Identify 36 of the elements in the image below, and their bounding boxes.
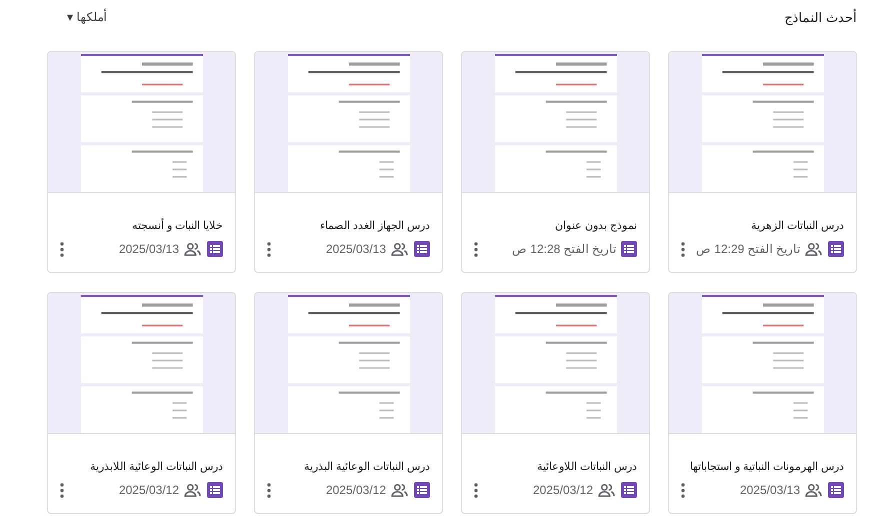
form-title: درس النباتات اللاوعائية [536, 460, 637, 473]
opened-date: 2025/03/12 [326, 483, 386, 497]
form-card[interactable]: نموذج بدون عنوان تاريخ الفتح 12:28 ص [461, 51, 650, 273]
form-title: نموذج بدون عنوان [554, 219, 637, 232]
form-icon [828, 241, 844, 257]
more-options-icon[interactable] [681, 242, 685, 256]
opened-date: تاريخ الفتح 12:29 ص [696, 242, 800, 256]
form-icon [621, 241, 637, 257]
form-title: درس الجهاز الغدد الصماء [318, 219, 430, 232]
opened-date: 2025/03/12 [118, 483, 179, 497]
form-card[interactable]: درس النباتات الزهرية تاريخ الفتح 12:29 ص [668, 51, 857, 273]
form-icon [621, 482, 637, 498]
more-options-icon[interactable] [474, 242, 478, 256]
opened-date: 2025/03/12 [532, 483, 593, 497]
more-options-icon[interactable] [681, 482, 685, 498]
more-options-icon[interactable] [267, 482, 271, 498]
more-options-icon[interactable] [267, 242, 271, 256]
opened-date: 2025/03/13 [118, 242, 179, 256]
form-icon [414, 482, 430, 498]
opened-date: 2025/03/13 [740, 483, 800, 497]
form-title: درس النباتات الوعائية البذرية [302, 460, 430, 473]
form-title: درس النباتات الزهرية [750, 219, 844, 232]
form-icon [207, 241, 223, 257]
opened-date: 2025/03/13 [326, 242, 386, 256]
form-title: خلايا النبات و أنسجته [130, 219, 223, 232]
opened-date: تاريخ الفتح 12:28 ص [512, 242, 616, 256]
form-icon [828, 482, 844, 498]
form-icon [207, 482, 223, 498]
more-options-icon[interactable] [60, 242, 64, 256]
more-options-icon[interactable] [60, 482, 64, 498]
form-icon [414, 241, 430, 257]
form-title: درس النباتات الوعائية اللابذرية [88, 460, 223, 473]
section-title: أحدث النماذج [784, 10, 857, 24]
form-title: درس الهرمونات النباتية و استجاباتها [688, 460, 844, 473]
owner-filter-dropdown[interactable]: أملكها ▾ [67, 10, 106, 24]
more-options-icon[interactable] [474, 482, 478, 498]
